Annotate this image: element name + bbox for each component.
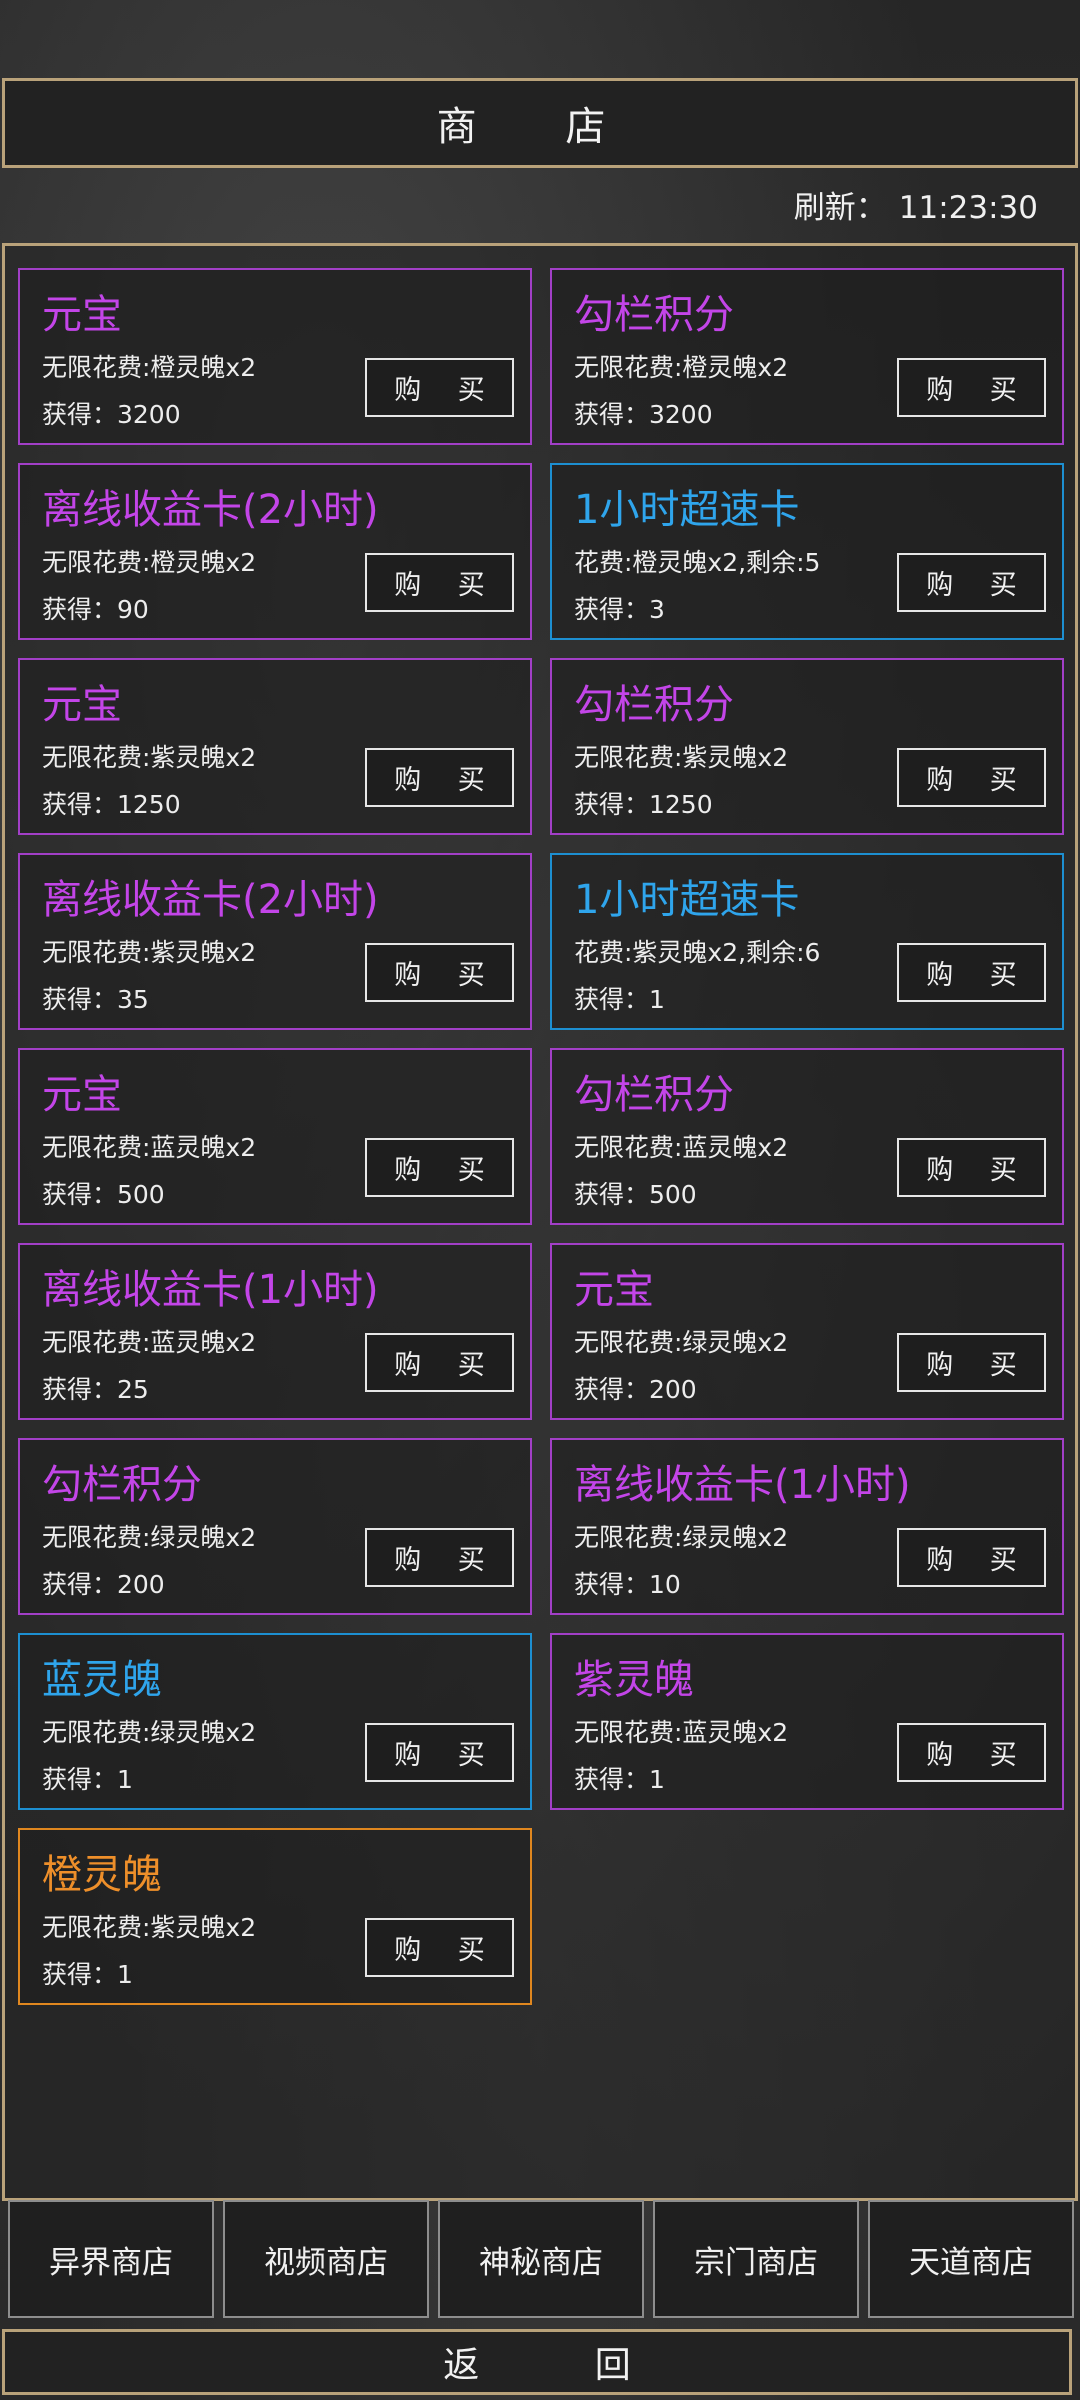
tab-mystery-shop[interactable]: 神秘商店 [438, 2200, 644, 2318]
buy-button[interactable]: 购 买 [365, 1333, 514, 1392]
item-name: 元宝 [42, 682, 122, 728]
item-name: 离线收益卡(1小时) [574, 1462, 911, 1508]
shop-item-card: 勾栏积分无限花费:橙灵魄x2 获得：3200 购 买 [550, 268, 1064, 445]
shop-item-card: 元宝无限花费:橙灵魄x2 获得：3200 购 买 [18, 268, 532, 445]
item-gain: 获得：200 [42, 1570, 165, 1599]
item-name: 1小时超速卡 [574, 487, 800, 533]
buy-button[interactable]: 购 买 [897, 1333, 1046, 1392]
shop-item-card: 勾栏积分无限花费:紫灵魄x2 获得：1250 购 买 [550, 658, 1064, 835]
shop-item-card: 蓝灵魄无限花费:绿灵魄x2 获得：1 购 买 [18, 1633, 532, 1810]
item-gain: 获得：35 [42, 985, 149, 1014]
item-cost: 无限花费:蓝灵魄x2 [574, 1133, 789, 1162]
item-cost: 无限花费:紫灵魄x2 [42, 743, 257, 772]
page-title: 商 店 [2, 78, 1078, 168]
item-gain: 获得：3200 [42, 400, 181, 429]
item-gain: 获得：1 [42, 1765, 133, 1794]
buy-button[interactable]: 购 买 [897, 1723, 1046, 1782]
item-gain: 获得：500 [574, 1180, 697, 1209]
item-cost: 无限花费:紫灵魄x2 [42, 1913, 257, 1942]
refresh-time: 11:23:30 [898, 190, 1038, 226]
item-name: 勾栏积分 [574, 1072, 734, 1118]
item-name: 离线收益卡(1小时) [42, 1267, 379, 1313]
item-gain: 获得：1250 [42, 790, 181, 819]
shop-item-card: 离线收益卡(2小时) 无限花费:紫灵魄x2 获得：35 购 买 [18, 853, 532, 1030]
item-cost: 无限花费:橙灵魄x2 [42, 548, 257, 577]
shop-item-card: 勾栏积分无限花费:蓝灵魄x2 获得：500 购 买 [550, 1048, 1064, 1225]
buy-button[interactable]: 购 买 [897, 748, 1046, 807]
item-name: 离线收益卡(2小时) [42, 877, 379, 923]
shop-item-card: 1小时超速卡花费:橙灵魄x2,剩余:5 获得：3 购 买 [550, 463, 1064, 640]
item-name: 1小时超速卡 [574, 877, 800, 923]
shop-item-card: 1小时超速卡花费:紫灵魄x2,剩余:6 获得：1 购 买 [550, 853, 1064, 1030]
buy-button[interactable]: 购 买 [897, 553, 1046, 612]
buy-button[interactable]: 购 买 [365, 1918, 514, 1977]
item-gain: 获得：3 [574, 595, 665, 624]
item-name: 紫灵魄 [574, 1657, 694, 1703]
item-name: 蓝灵魄 [42, 1657, 162, 1703]
item-cost: 无限花费:绿灵魄x2 [574, 1523, 789, 1552]
shop-item-card: 元宝无限花费:紫灵魄x2 获得：1250 购 买 [18, 658, 532, 835]
buy-button[interactable]: 购 买 [365, 1138, 514, 1197]
shop-item-card: 勾栏积分无限花费:绿灵魄x2 获得：200 购 买 [18, 1438, 532, 1615]
buy-button[interactable]: 购 买 [365, 748, 514, 807]
item-cost: 无限花费:绿灵魄x2 [574, 1328, 789, 1357]
item-gain: 获得：1 [574, 1765, 665, 1794]
item-cost: 无限花费:绿灵魄x2 [42, 1718, 257, 1747]
refresh-label: 刷新： [793, 190, 887, 226]
buy-button[interactable]: 购 买 [897, 943, 1046, 1002]
item-gain: 获得：10 [574, 1570, 681, 1599]
buy-button[interactable]: 购 买 [365, 1528, 514, 1587]
refresh-timer: 刷新： 11:23:30 [794, 182, 1038, 227]
item-cost: 无限花费:蓝灵魄x2 [42, 1133, 257, 1162]
item-name: 勾栏积分 [574, 292, 734, 338]
item-gain: 获得：500 [42, 1180, 165, 1209]
tab-heaven-shop[interactable]: 天道商店 [868, 2200, 1074, 2318]
buy-button[interactable]: 购 买 [897, 358, 1046, 417]
item-name: 元宝 [42, 292, 122, 338]
shop-item-card: 橙灵魄无限花费:紫灵魄x2 获得：1 购 买 [18, 1828, 532, 2005]
item-gain: 获得：200 [574, 1375, 697, 1404]
item-name: 勾栏积分 [574, 682, 734, 728]
item-cost: 无限花费:紫灵魄x2 [42, 938, 257, 967]
item-gain: 获得：3200 [574, 400, 713, 429]
item-cost: 无限花费:蓝灵魄x2 [574, 1718, 789, 1747]
item-name: 元宝 [42, 1072, 122, 1118]
buy-button[interactable]: 购 买 [365, 943, 514, 1002]
shop-item-card: 元宝无限花费:蓝灵魄x2 获得：500 购 买 [18, 1048, 532, 1225]
buy-button[interactable]: 购 买 [365, 553, 514, 612]
item-gain: 获得：90 [42, 595, 149, 624]
item-name: 橙灵魄 [42, 1852, 162, 1898]
buy-button[interactable]: 购 买 [365, 358, 514, 417]
shop-tab-bar: 异界商店 视频商店 神秘商店 宗门商店 天道商店 [8, 2200, 1076, 2320]
item-cost: 无限花费:蓝灵魄x2 [42, 1328, 257, 1357]
tab-sect-shop[interactable]: 宗门商店 [653, 2200, 859, 2318]
item-cost: 无限花费:紫灵魄x2 [574, 743, 789, 772]
item-cost: 无限花费:橙灵魄x2 [574, 353, 789, 382]
buy-button[interactable]: 购 买 [897, 1138, 1046, 1197]
shop-item-card: 紫灵魄无限花费:蓝灵魄x2 获得：1 购 买 [550, 1633, 1064, 1810]
item-gain: 获得：1 [574, 985, 665, 1014]
item-gain: 获得：1250 [574, 790, 713, 819]
item-gain: 获得：25 [42, 1375, 149, 1404]
shop-item-grid: 元宝 无限花费:橙灵魄x2 获得：3200 购 买勾栏积分 无限花费:橙灵魄x2 获得：3… [2, 243, 1078, 2201]
shop-item-card: 离线收益卡(2小时) 无限花费:橙灵魄x2 获得：90 购 买 [18, 463, 532, 640]
tab-video-shop[interactable]: 视频商店 [223, 2200, 429, 2318]
item-name: 勾栏积分 [42, 1462, 202, 1508]
back-button[interactable]: 返 回 [2, 2329, 1072, 2395]
item-cost: 花费:紫灵魄x2,剩余:6 [574, 938, 821, 967]
item-gain: 获得：1 [42, 1960, 133, 1989]
item-cost: 无限花费:绿灵魄x2 [42, 1523, 257, 1552]
buy-button[interactable]: 购 买 [365, 1723, 514, 1782]
item-cost: 无限花费:橙灵魄x2 [42, 353, 257, 382]
shop-item-card: 元宝无限花费:绿灵魄x2 获得：200 购 买 [550, 1243, 1064, 1420]
item-name: 离线收益卡(2小时) [42, 487, 379, 533]
buy-button[interactable]: 购 买 [897, 1528, 1046, 1587]
shop-item-card: 离线收益卡(1小时) 无限花费:蓝灵魄x2 获得：25 购 买 [18, 1243, 532, 1420]
item-name: 元宝 [574, 1267, 654, 1313]
tab-otherworld-shop[interactable]: 异界商店 [8, 2200, 214, 2318]
shop-item-card: 离线收益卡(1小时) 无限花费:绿灵魄x2 获得：10 购 买 [550, 1438, 1064, 1615]
item-cost: 花费:橙灵魄x2,剩余:5 [574, 548, 821, 577]
